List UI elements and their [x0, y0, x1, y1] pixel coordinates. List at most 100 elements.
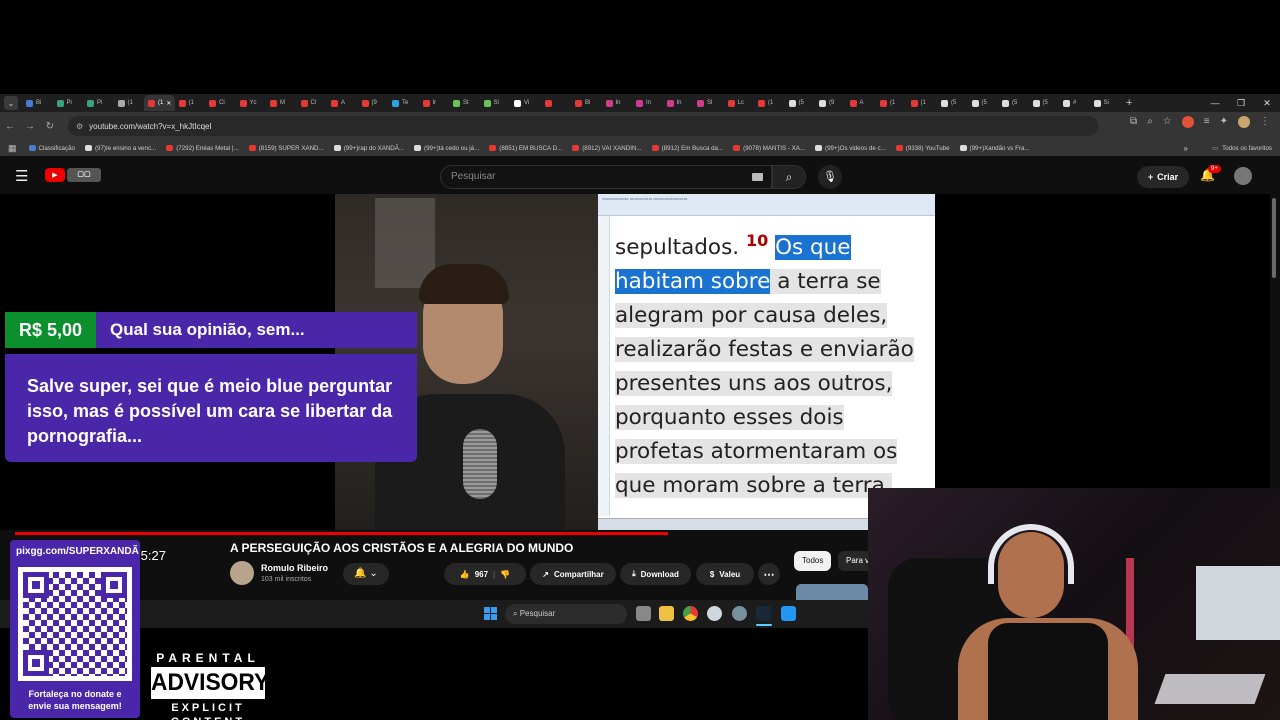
- browser-tab[interactable]: (5: [937, 95, 968, 111]
- browser-tab[interactable]: A: [846, 95, 877, 111]
- browser-tab[interactable]: Te: [388, 95, 419, 111]
- settings-icon[interactable]: [732, 606, 747, 621]
- browser-tab[interactable]: Sl: [693, 95, 724, 111]
- tab-search-button[interactable]: ⌄: [4, 96, 18, 110]
- bookmark-item[interactable]: (9078) MANTIS - XA...: [733, 145, 805, 152]
- bookmark-item[interactable]: (99+)tá cedo ou já...: [414, 145, 479, 152]
- bookmark-item[interactable]: (8159) SUPER XAND...: [248, 145, 324, 152]
- browser-menu-icon[interactable]: ⋮: [1260, 116, 1270, 128]
- back-button[interactable]: ←: [0, 121, 20, 132]
- bookmark-item[interactable]: (9338) YouTube: [895, 145, 950, 152]
- bookmark-item[interactable]: (99+)Os videos de c...: [815, 145, 886, 152]
- video-player[interactable]: ▭▭▭▭▭▭▭ ▭▭▭▭▭▭ ▭▭▭▭▭▭▭▭▭ sepultados. 10 …: [0, 194, 1270, 564]
- browser-tab[interactable]: M: [266, 95, 297, 111]
- app-icon[interactable]: [707, 606, 722, 621]
- browser-tab[interactable]: Bl: [571, 95, 602, 111]
- browser-tab[interactable]: In: [602, 95, 633, 111]
- page-scrollbar[interactable]: [1272, 198, 1276, 278]
- maximize-button[interactable]: ❐: [1228, 94, 1254, 112]
- browser-tab[interactable]: In: [632, 95, 663, 111]
- youtube-logo-icon[interactable]: ▶: [45, 168, 65, 182]
- account-avatar[interactable]: [1234, 167, 1252, 185]
- browser-tab[interactable]: (1: [754, 95, 785, 111]
- browser-tab[interactable]: Ir: [419, 95, 450, 111]
- task-view-icon[interactable]: [636, 606, 651, 621]
- profile-avatar-icon[interactable]: [1238, 116, 1250, 128]
- browser-tab[interactable]: (9: [358, 95, 389, 111]
- search-input[interactable]: Pesquisar: [440, 165, 772, 189]
- youtube-logo-wordmark[interactable]: ▢▢: [67, 168, 101, 182]
- thanks-button[interactable]: $ Valeu: [696, 563, 754, 585]
- bookmark-star-icon[interactable]: ☆: [1163, 116, 1172, 128]
- browser-tab[interactable]: Sl: [480, 95, 511, 111]
- equalizer-icon[interactable]: ≡: [1204, 116, 1210, 128]
- browser-tab[interactable]: (5: [968, 95, 999, 111]
- browser-tab[interactable]: [541, 95, 572, 111]
- browser-tab[interactable]: (9: [815, 95, 846, 111]
- channel-name[interactable]: Romulo Ribeiro: [261, 563, 328, 573]
- browser-tab[interactable]: (1: [876, 95, 907, 111]
- sketch-app-icon[interactable]: [781, 606, 796, 621]
- search-button[interactable]: ⌕: [772, 165, 806, 189]
- like-button[interactable]: 👍 967 | 👎: [444, 563, 526, 585]
- browser-tab[interactable]: In: [663, 95, 694, 111]
- browser-tab[interactable]: #: [1059, 95, 1090, 111]
- more-actions-icon[interactable]: ⋯: [758, 563, 780, 585]
- menu-icon[interactable]: ☰: [15, 167, 28, 185]
- video-progress-bar[interactable]: [15, 532, 669, 535]
- file-explorer-icon[interactable]: [659, 606, 674, 621]
- browser-tab[interactable]: Lc: [724, 95, 755, 111]
- site-info-icon[interactable]: ⚙: [76, 122, 83, 131]
- bookmark-item[interactable]: (8851) EM BUSCA D...: [489, 145, 562, 152]
- subscription-bell-button[interactable]: 🔔 ⌄: [343, 563, 389, 585]
- chrome-icon[interactable]: [683, 606, 698, 621]
- browser-tab[interactable]: Cl: [297, 95, 328, 111]
- new-tab-button[interactable]: +: [1126, 97, 1132, 109]
- create-button[interactable]: + Criar: [1137, 166, 1189, 188]
- taskbar-search[interactable]: ⌕ Pesquisar: [505, 604, 627, 624]
- bookmark-item[interactable]: (8912) Em Busca da...: [651, 145, 723, 152]
- tab-close-icon[interactable]: ✕: [166, 100, 171, 107]
- browser-tab[interactable]: (5: [785, 95, 816, 111]
- bookmark-item[interactable]: Classificação: [28, 145, 75, 152]
- more-bookmarks-icon[interactable]: »: [1184, 144, 1188, 153]
- close-window-button[interactable]: ✕: [1254, 94, 1280, 112]
- apps-grid-icon[interactable]: ▦: [8, 143, 17, 154]
- browser-tab[interactable]: Pi: [53, 95, 84, 111]
- bookmark-item[interactable]: (99+)rap do XANDÃ...: [333, 145, 404, 152]
- extensions-puzzle-icon[interactable]: ✦: [1220, 116, 1228, 128]
- channel-avatar[interactable]: [230, 561, 254, 585]
- recommended-thumbnail[interactable]: [796, 584, 868, 600]
- all-bookmarks-folder[interactable]: ▭ Todos os favoritos: [1212, 145, 1272, 152]
- download-button[interactable]: ⤓ Download: [620, 563, 691, 585]
- bookmark-item[interactable]: (97)Ie ensino a venc...: [84, 145, 156, 152]
- browser-tab[interactable]: (1: [175, 95, 206, 111]
- browser-tab[interactable]: Bi: [22, 95, 53, 111]
- bookmark-item[interactable]: (7292) Enéas Metal |...: [166, 145, 239, 152]
- browser-tab[interactable]: St: [449, 95, 480, 111]
- browser-tab[interactable]: (1: [907, 95, 938, 111]
- windows-start-icon[interactable]: [484, 607, 497, 620]
- browser-tab[interactable]: Cl: [205, 95, 236, 111]
- forward-button[interactable]: →: [20, 121, 40, 132]
- bookmark-item[interactable]: (8912) VAI XANDIN...: [572, 145, 642, 152]
- keyboard-icon[interactable]: [752, 173, 763, 181]
- chip-all[interactable]: Todos: [794, 551, 832, 571]
- thumbs-down-icon[interactable]: 👎: [500, 570, 510, 579]
- browser-tab[interactable]: A: [327, 95, 358, 111]
- reload-button[interactable]: ↻: [40, 121, 60, 132]
- bookmark-item[interactable]: (99+)Xandão vs Fra...: [959, 145, 1030, 152]
- share-button[interactable]: ↗ Compartilhar: [530, 563, 616, 585]
- minimize-button[interactable]: —: [1202, 94, 1228, 112]
- browser-tab[interactable]: (1 ✕: [144, 95, 175, 111]
- extension-icon[interactable]: [1181, 116, 1194, 128]
- browser-tab[interactable]: Yc: [236, 95, 267, 111]
- url-field[interactable]: ⚙ youtube.com/watch?v=x_hkJtIcqeI: [68, 116, 1098, 136]
- browser-tab[interactable]: (5: [998, 95, 1029, 111]
- install-icon[interactable]: ⧉: [1130, 116, 1137, 128]
- zoom-icon[interactable]: ⌕: [1147, 116, 1153, 128]
- browser-tab[interactable]: Pi: [83, 95, 114, 111]
- browser-tab[interactable]: (1: [114, 95, 145, 111]
- voice-search-icon[interactable]: 🎙: [818, 165, 842, 189]
- browser-tab[interactable]: Si: [1090, 95, 1121, 111]
